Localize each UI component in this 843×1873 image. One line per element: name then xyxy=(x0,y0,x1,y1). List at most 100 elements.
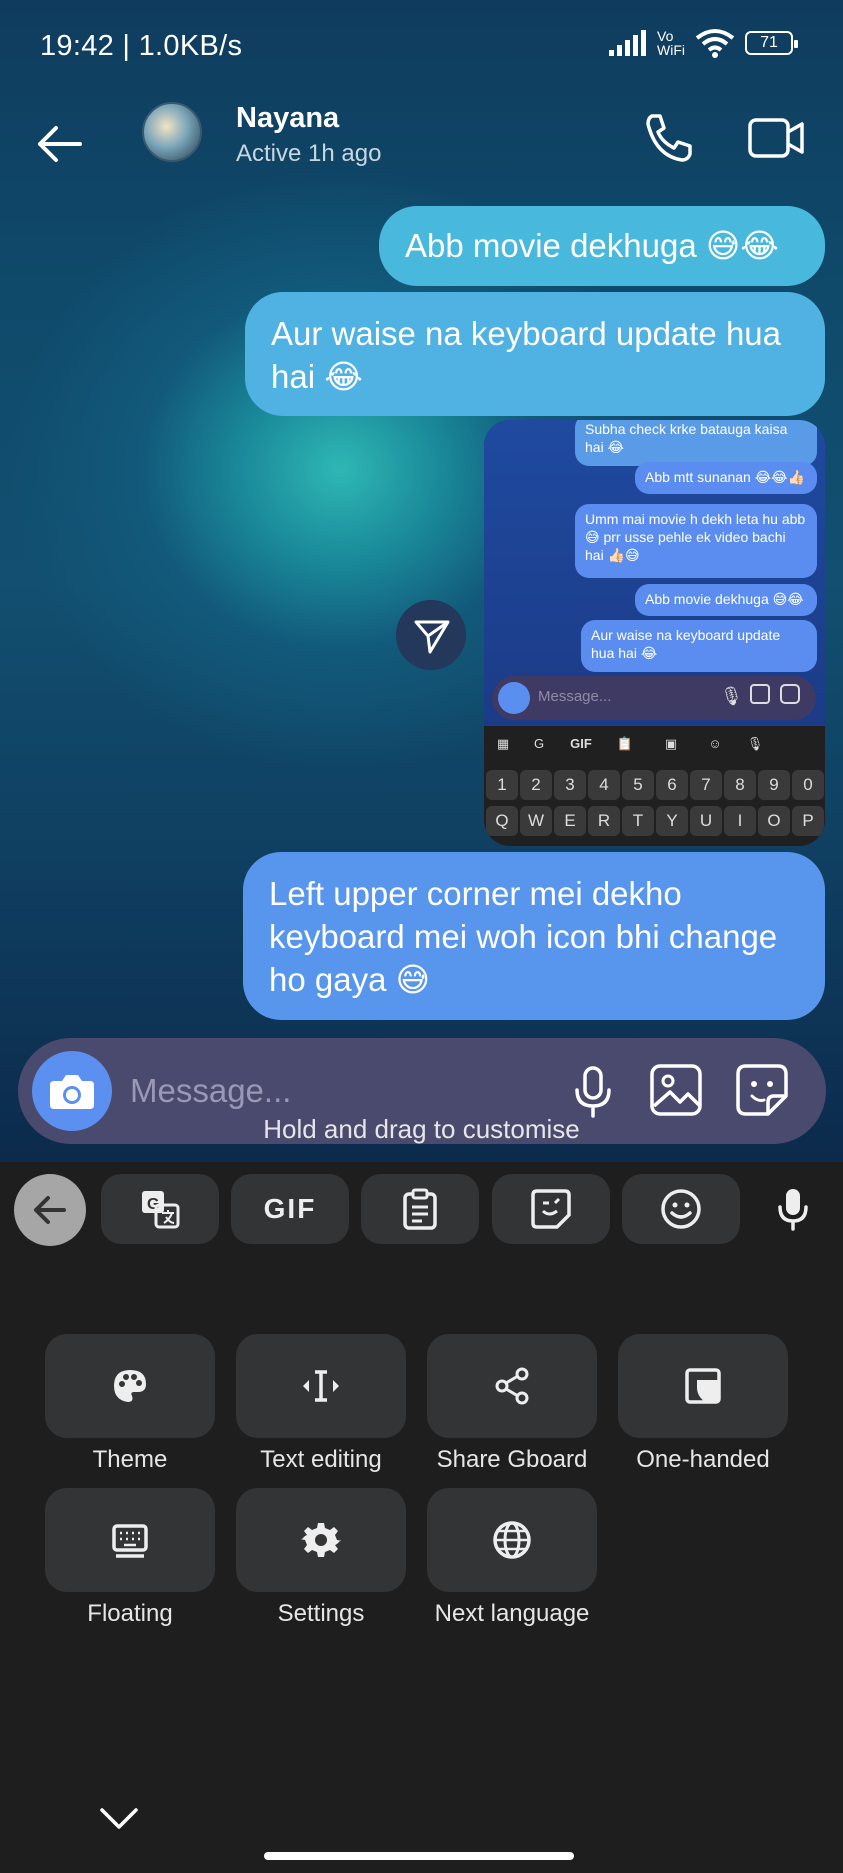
vowifi-top: Vo xyxy=(657,28,674,44)
signal-icon xyxy=(609,30,646,56)
preview-key: 2 xyxy=(520,770,552,800)
gallery-icon[interactable] xyxy=(648,1062,704,1118)
chevron-down-icon[interactable] xyxy=(96,1804,142,1834)
preview-key: 8 xyxy=(724,770,756,800)
one-handed-tile[interactable] xyxy=(618,1334,788,1438)
share-forward-icon[interactable] xyxy=(396,600,466,670)
emoji-icon xyxy=(661,1189,701,1229)
preview-chat: Subha check krke bataugа kaisa hai 😂 Abb… xyxy=(484,420,825,726)
preview-bubble: Aur waise na keyboard update hua hai 😂 xyxy=(581,620,817,672)
battery-icon: 71 xyxy=(745,31,798,55)
preview-key: Q xyxy=(486,806,518,836)
one-handed-label: One-handed xyxy=(636,1446,770,1473)
video-call-icon[interactable] xyxy=(746,110,806,166)
preview-number-row: 1 2 3 4 5 6 7 8 9 0 xyxy=(486,770,824,800)
preview-key: 7 xyxy=(690,770,722,800)
settings-label: Settings xyxy=(277,1600,365,1627)
emoji-button[interactable] xyxy=(622,1174,740,1244)
sticker-tool-button[interactable] xyxy=(492,1174,610,1244)
contact-status: Active 1h ago xyxy=(236,140,382,167)
settings-tile[interactable] xyxy=(236,1488,406,1592)
preview-clipboard-icon: 📋 xyxy=(616,736,634,751)
gif-label: GIF xyxy=(263,1193,317,1224)
preview-keyboard: ▦ G GIF 📋 ▣ ☺ 🎙 1 2 3 4 5 6 7 8 9 0 Q W xyxy=(484,726,825,846)
customise-hint: Hold and drag to customise xyxy=(263,1114,580,1144)
preview-bubble: Subha check krke bataugа kaisa hai 😂 xyxy=(575,420,817,466)
floating-keyboard-icon xyxy=(112,1524,148,1558)
back-arrow-icon[interactable] xyxy=(30,114,90,174)
text-cursor-icon xyxy=(303,1370,339,1402)
clipboard-button[interactable] xyxy=(361,1174,479,1244)
chat-area: 19:42 | 1.0KB/s Vo WiFi 71 Nayana Active… xyxy=(0,0,843,1162)
preview-bubble: Umm mai movie h dekh leta hu abb 😅 prr u… xyxy=(575,504,817,578)
preview-sticker-tool-icon: ▣ xyxy=(664,736,678,751)
vowifi-icon: Vo WiFi xyxy=(657,29,685,57)
avatar[interactable] xyxy=(142,102,202,162)
globe-icon xyxy=(493,1521,531,1559)
screenshot-image-message[interactable]: Subha check krke bataugа kaisa hai 😂 Abb… xyxy=(484,420,825,846)
status-bar: 19:42 | 1.0KB/s Vo WiFi 71 xyxy=(0,0,843,94)
gear-icon xyxy=(301,1523,341,1557)
preview-bubble: Abb movie dekhuga 😅😂 xyxy=(635,584,817,616)
preview-key: 0 xyxy=(792,770,824,800)
message-bubble-sent[interactable]: Aur waise na keyboard update hua hai 😂 xyxy=(245,292,825,416)
preview-key: W xyxy=(520,806,552,836)
message-input[interactable]: Message... xyxy=(130,1072,291,1110)
preview-sticker-icon xyxy=(780,684,800,704)
translate-icon: G xyxy=(142,1191,180,1229)
preview-key: 9 xyxy=(758,770,790,800)
floating-tile[interactable] xyxy=(45,1488,215,1592)
preview-apps-icon: ▦ xyxy=(496,736,510,751)
theme-label: Theme xyxy=(92,1446,168,1473)
floating-label: Floating xyxy=(87,1600,173,1627)
preview-mic-tool-icon: 🎙 xyxy=(746,736,764,751)
preview-placeholder: Message... xyxy=(538,688,612,705)
preview-key: R xyxy=(588,806,620,836)
wifi-icon xyxy=(695,29,735,58)
theme-tile[interactable] xyxy=(45,1334,215,1438)
gif-button[interactable]: GIF xyxy=(231,1174,349,1244)
text-editing-tile[interactable] xyxy=(236,1334,406,1438)
chat-header: Nayana Active 1h ago xyxy=(0,94,843,214)
preview-key: 5 xyxy=(622,770,654,800)
voice-typing-button[interactable] xyxy=(766,1174,820,1244)
sticker-icon[interactable] xyxy=(734,1062,790,1118)
next-language-tile[interactable] xyxy=(427,1488,597,1592)
microphone-icon[interactable] xyxy=(566,1064,620,1118)
preview-translate-icon: G xyxy=(533,736,545,751)
vowifi-bottom: WiFi xyxy=(657,42,685,58)
preview-mic-icon: 🎙 xyxy=(720,686,743,706)
contact-name[interactable]: Nayana xyxy=(236,102,339,135)
share-icon xyxy=(495,1367,529,1405)
preview-key: P xyxy=(792,806,824,836)
share-gboard-tile[interactable] xyxy=(427,1334,597,1438)
preview-emoji-icon: ☺ xyxy=(708,736,722,751)
preview-key: O xyxy=(758,806,790,836)
preview-letter-row: Q W E R T Y U I O P xyxy=(486,806,824,836)
preview-key: U xyxy=(690,806,722,836)
sticker-icon xyxy=(531,1189,571,1229)
share-gboard-label: Share Gboard xyxy=(436,1446,588,1473)
preview-key: 4 xyxy=(588,770,620,800)
preview-gif: GIF xyxy=(570,736,592,751)
status-icons: Vo WiFi 71 xyxy=(609,28,798,58)
preview-bubble: Abb mtt sunanan 😂😂👍🏻 xyxy=(635,462,817,494)
next-language-label: Next language xyxy=(434,1600,590,1627)
phone-call-icon[interactable] xyxy=(640,110,696,166)
clipboard-icon xyxy=(403,1188,437,1230)
preview-key: 6 xyxy=(656,770,688,800)
preview-key: Y xyxy=(656,806,688,836)
preview-key: 1 xyxy=(486,770,518,800)
text-editing-label: Text editing xyxy=(260,1446,382,1473)
message-bubble-sent[interactable]: Abb movie dekhuga 😅😂 xyxy=(379,206,825,286)
translate-button[interactable]: G xyxy=(101,1174,219,1244)
preview-key: T xyxy=(622,806,654,836)
message-bubble-sent[interactable]: Left upper corner mei dekho keyboard mei… xyxy=(243,852,825,1020)
home-indicator[interactable] xyxy=(264,1852,574,1860)
keyboard-back-button[interactable] xyxy=(14,1174,86,1246)
preview-camera-icon xyxy=(498,682,530,714)
preview-key: I xyxy=(724,806,756,836)
preview-key: 3 xyxy=(554,770,586,800)
preview-key: E xyxy=(554,806,586,836)
palette-icon xyxy=(114,1370,146,1402)
